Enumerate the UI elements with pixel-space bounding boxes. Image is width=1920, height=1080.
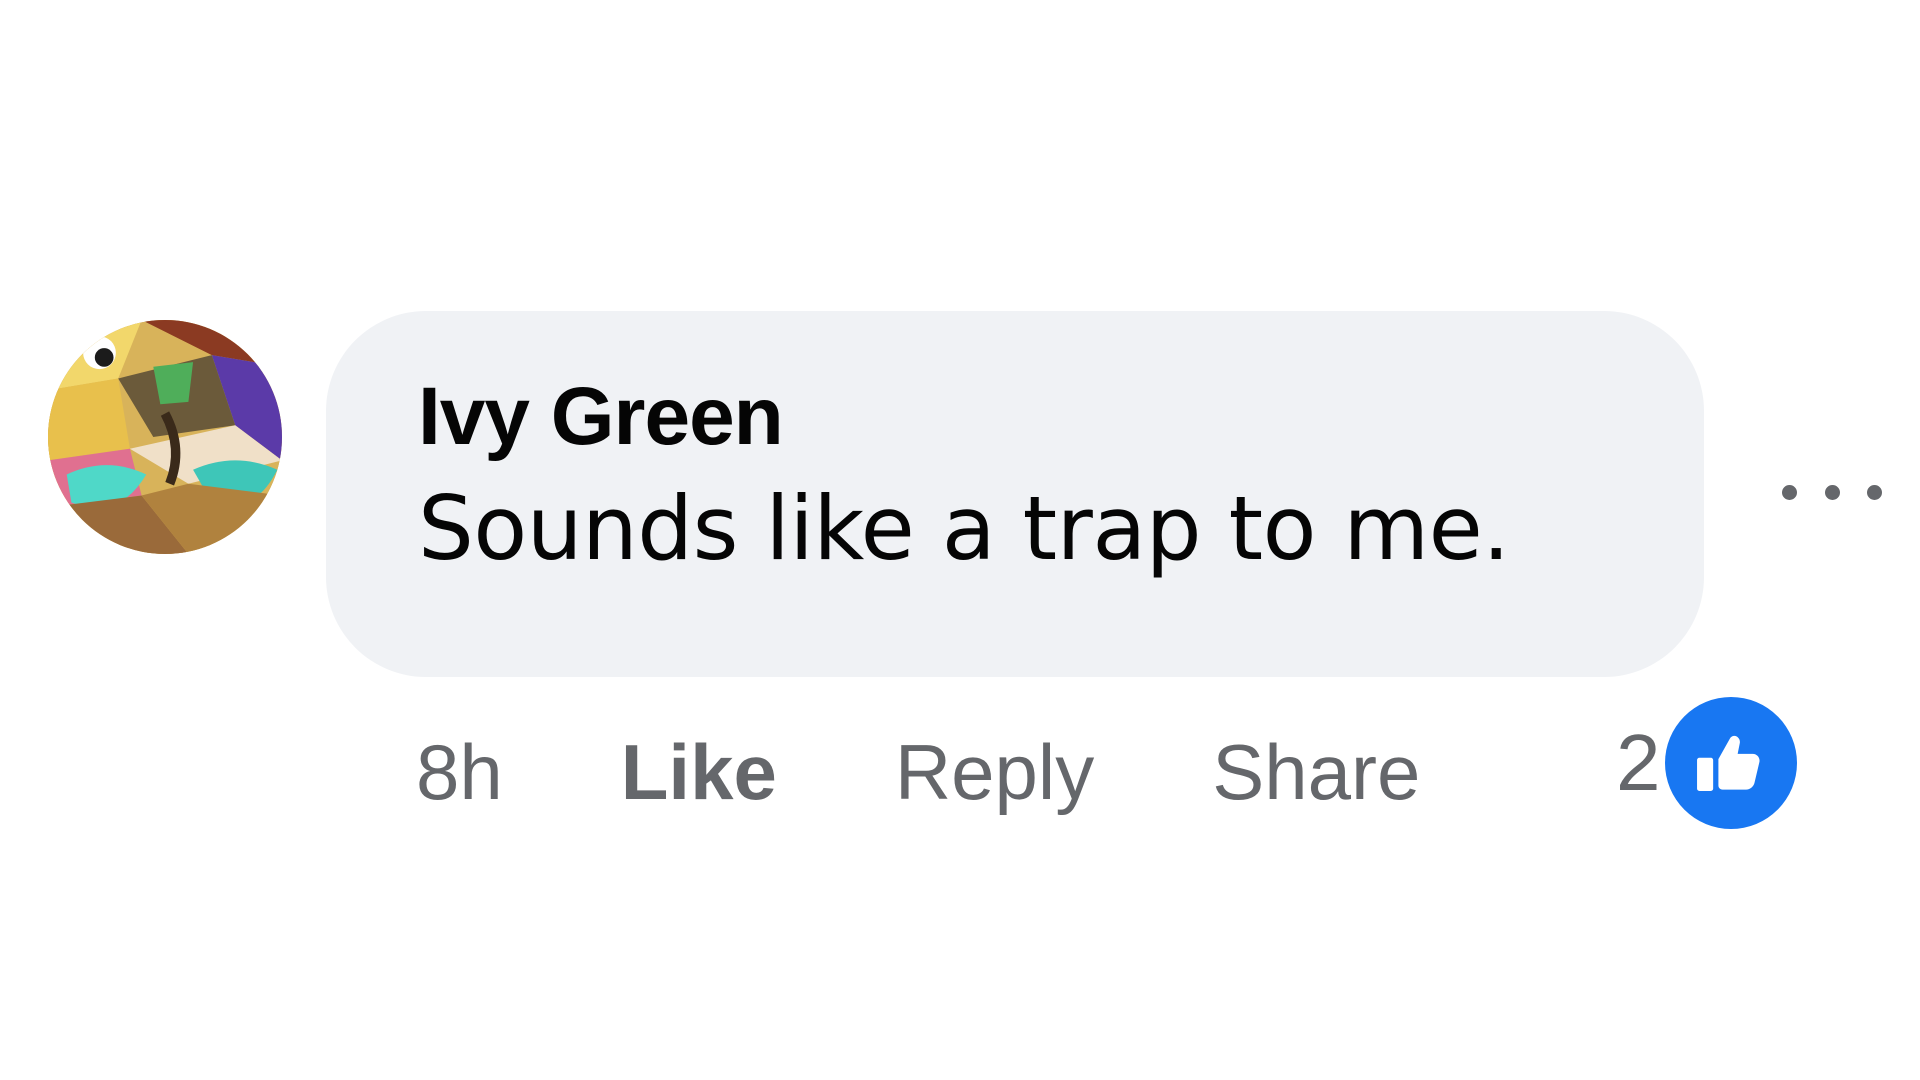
- like-icon: [1664, 697, 1797, 829]
- like-button[interactable]: Like: [621, 727, 777, 818]
- reaction-summary[interactable]: 2: [1616, 697, 1797, 829]
- avatar-image: [48, 320, 282, 554]
- share-button[interactable]: Share: [1212, 727, 1420, 818]
- comment-text: Sounds like a trap to me.: [418, 477, 1510, 580]
- avatar[interactable]: [48, 320, 282, 554]
- reaction-count: 2: [1616, 718, 1661, 807]
- comment-view: Ivy Green Sounds like a trap to me. 8h L…: [0, 0, 1920, 1080]
- more-options-button[interactable]: [1782, 470, 1882, 514]
- comment-actions: 8h Like Reply Share: [416, 722, 1420, 822]
- reply-button[interactable]: Reply: [895, 727, 1094, 818]
- comment-bubble: Ivy Green Sounds like a trap to me.: [326, 311, 1704, 677]
- comment-author[interactable]: Ivy Green: [418, 369, 1704, 465]
- comment-timestamp[interactable]: 8h: [416, 727, 503, 818]
- more-options-icon-dot: [1824, 484, 1840, 500]
- more-options-icon-dot: [1867, 484, 1882, 500]
- more-options-icon-dot: [1782, 484, 1797, 500]
